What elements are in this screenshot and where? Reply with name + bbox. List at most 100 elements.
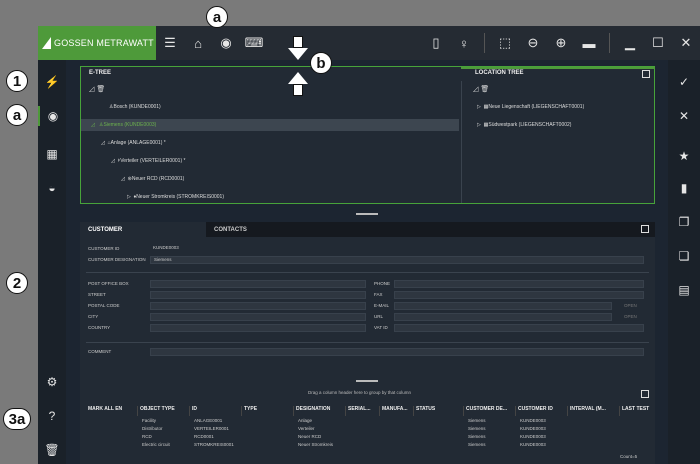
phone-field[interactable]	[394, 280, 644, 288]
url-field[interactable]	[394, 313, 612, 321]
cell: KUNDE0003	[520, 442, 546, 447]
settings-icon[interactable]: ⚙	[38, 372, 66, 392]
cell: Verteiler	[298, 426, 315, 431]
field-label: E-MAIL	[374, 303, 390, 308]
e-tree-panel: E-TREE LOCATION TREE ◿ 🗑 ◿ 🗑 ♙ Bosch (KU…	[80, 66, 655, 204]
tab-contacts[interactable]: CONTACTS	[206, 222, 655, 237]
field-label: PHONE	[374, 281, 391, 286]
callout-2: 2	[6, 272, 28, 294]
field-label: POST OFFICE BOX	[88, 281, 129, 286]
tree-item[interactable]: ◿ ⌂ Anlage (ANLAGE0001) *	[101, 137, 166, 149]
section-divider	[86, 272, 649, 273]
delete-icon[interactable]: ▮	[668, 178, 700, 198]
star-icon[interactable]: ★	[668, 146, 700, 166]
location-item[interactable]: ▷ ▦ Neue Liegenschaft (LIEGENSCHAFT0001)	[477, 101, 584, 113]
tree-item-selected[interactable]: ◿ ♙ Siemens (KUNDE0003)	[81, 119, 459, 131]
customer-id-field[interactable]: KUNDE0003	[150, 245, 644, 253]
collapse-all-icon[interactable]: ◿ 🗑	[89, 85, 105, 93]
table-row[interactable]: Facility ANLAGE0001 Anlage Siemens KUNDE…	[80, 418, 645, 426]
column-header[interactable]: LAST TEST	[622, 406, 652, 416]
table-row[interactable]: Electric circuit STROMKREIS0001 Neuer St…	[80, 442, 645, 450]
column-header[interactable]: CUSTOMER ID	[518, 406, 568, 416]
designation-select[interactable]: Siemens	[150, 256, 644, 264]
tree-item[interactable]: ▷ ♦ Neuer Stromkreis (STROMKREIS0001)	[127, 191, 224, 203]
table-row[interactable]: RCD RCD0001 Neuer RCD Siemens KUNDE0003	[80, 434, 645, 442]
zoom-in-icon[interactable]: ⊕	[550, 32, 572, 54]
book-icon[interactable]: ▯	[425, 32, 447, 54]
column-header[interactable]: ID	[192, 406, 242, 416]
email-field[interactable]	[394, 302, 612, 310]
comment-field[interactable]	[150, 348, 644, 356]
tab-customer[interactable]: CUSTOMER	[80, 222, 206, 237]
tree-item[interactable]: ◿ ⊛ Neuer RCD (RCD0001)	[121, 173, 184, 185]
application-window: GOSSEN METRAWATT ☰ ⌂ ◉ ⌨ ▯ ♀ ⬚ ⊖ ⊕ ▬ ▁ ☐…	[38, 26, 700, 464]
column-header[interactable]: STATUS	[416, 406, 464, 416]
vat-id-field[interactable]	[394, 324, 644, 332]
maximize-panel-icon[interactable]	[641, 390, 649, 398]
tree-item[interactable]: ◿ ⊧ Verteiler (VERTEILER0001) *	[111, 155, 185, 167]
check-icon[interactable]: ✓	[668, 72, 700, 92]
callout-1: 1	[6, 70, 28, 92]
panel-splitter[interactable]	[356, 213, 378, 215]
street-field[interactable]	[150, 291, 366, 299]
field-label: POSTAL CODE	[88, 303, 120, 308]
post-office-box-field[interactable]	[150, 280, 366, 288]
country-field[interactable]	[150, 324, 366, 332]
column-header[interactable]: MANUFA...	[382, 406, 414, 416]
location-collapse-icon[interactable]: ◿ 🗑	[473, 85, 489, 93]
open-url-button[interactable]: OPEN	[624, 314, 637, 319]
cell: Siemens	[468, 418, 486, 423]
maximize-icon[interactable]: ☐	[647, 32, 669, 54]
window-icon[interactable]: ▬	[578, 32, 600, 54]
column-header[interactable]: SERIAL...	[348, 406, 380, 416]
zoom-out-icon[interactable]: ⊖	[522, 32, 544, 54]
calendar-icon[interactable]: ▦	[38, 144, 66, 164]
keyboard-icon[interactable]: ⌨	[243, 32, 265, 54]
gauge-icon[interactable]: ◒	[38, 178, 66, 198]
callout-a-left: a	[6, 104, 28, 126]
device-icon[interactable]: ◉	[38, 106, 66, 126]
location-tree-title: LOCATION TREE	[475, 70, 524, 76]
column-header[interactable]: DESIGNATION	[296, 406, 346, 416]
device-icon[interactable]: ◉	[215, 32, 237, 54]
copy-icon[interactable]: ❐	[668, 212, 700, 232]
cell: Facility	[142, 418, 157, 423]
location-tree-accent	[461, 67, 655, 69]
postal-code-field[interactable]	[150, 302, 366, 310]
cell: Distributor	[142, 426, 163, 431]
field-label: URL	[374, 314, 384, 319]
top-toolbar: GOSSEN METRAWATT ☰ ⌂ ◉ ⌨ ▯ ♀ ⬚ ⊖ ⊕ ▬ ▁ ☐…	[38, 26, 700, 60]
plug-icon[interactable]: ⚡	[38, 72, 66, 92]
close-icon[interactable]: ✕	[675, 32, 697, 54]
table-row[interactable]: Distributor VERTEILER0001 Verteiler Siem…	[80, 426, 645, 434]
cell: Neuer RCD	[298, 434, 322, 439]
panel-splitter[interactable]	[356, 380, 378, 382]
tree-item[interactable]: ♙ Bosch (KUNDE0001)	[109, 101, 161, 113]
cursor-icon[interactable]: ⬚	[494, 32, 516, 54]
minimize-icon[interactable]: ▁	[619, 32, 641, 54]
column-header[interactable]: CUSTOMER DE...	[466, 406, 516, 416]
column-header[interactable]: OBJECT TYPE	[140, 406, 190, 416]
help-icon[interactable]: ?	[38, 406, 66, 426]
grid-icon[interactable]: ▤	[668, 280, 700, 300]
maximize-panel-icon[interactable]	[642, 70, 650, 78]
location-item[interactable]: ▷ ▦ Südwestpark (LIEGENSCHAFT0002)	[477, 119, 571, 131]
column-header[interactable]: INTERVAL (M...	[570, 406, 620, 416]
open-email-button[interactable]: OPEN	[624, 303, 637, 308]
field-label: VAT ID	[374, 325, 388, 330]
fax-field[interactable]	[394, 291, 644, 299]
city-field[interactable]	[150, 313, 366, 321]
bulb-icon[interactable]: ♀	[453, 32, 475, 54]
cancel-icon[interactable]: ✕	[668, 106, 700, 126]
column-header[interactable]: TYPE	[244, 406, 294, 416]
comment-label: COMMENT	[88, 349, 112, 354]
column-header[interactable]: MARK ALL EN	[88, 406, 138, 416]
callout-a-top: a	[206, 6, 228, 28]
maximize-panel-icon[interactable]	[641, 225, 649, 233]
home-icon[interactable]: ⌂	[187, 32, 209, 54]
menu-icon[interactable]: ☰	[159, 32, 181, 54]
trash-icon[interactable]: 🗑	[38, 440, 66, 460]
cell: RCD0001	[194, 434, 214, 439]
paste-icon[interactable]: ❏	[668, 246, 700, 266]
cell: Anlage	[298, 418, 313, 423]
